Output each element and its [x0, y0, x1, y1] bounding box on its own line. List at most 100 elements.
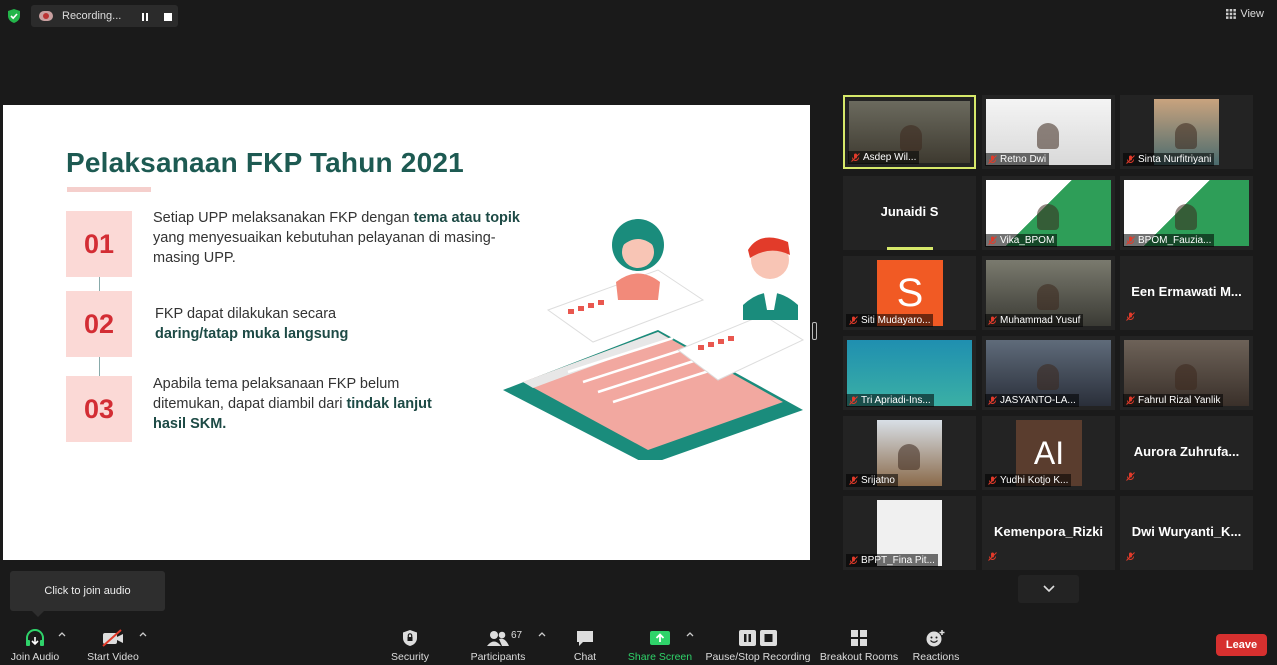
chat-button[interactable]: Chat	[570, 620, 600, 665]
pause-stop-recording-button[interactable]: Pause/Stop Recording	[705, 620, 811, 665]
recording-indicator: Recording...	[31, 5, 178, 27]
participant-name-large: Junaidi S	[880, 204, 939, 219]
participant-silhouette	[1037, 364, 1059, 390]
emoji-icon	[926, 630, 945, 647]
mic-off-icon	[988, 476, 997, 485]
feedback-illustration	[503, 219, 805, 460]
join-audio-button[interactable]: Join Audio	[10, 620, 60, 665]
participant-tile[interactable]: Fahrul Rizal Yanlik	[1120, 336, 1253, 410]
security-label: Security	[391, 651, 429, 663]
item-number-box: 02	[66, 291, 132, 357]
participant-tile[interactable]: Tri Apriadi-Ins...	[843, 336, 976, 410]
participants-label: Participants	[470, 651, 526, 663]
chat-label: Chat	[573, 651, 597, 663]
item-connector	[99, 277, 100, 291]
speaking-indicator	[887, 247, 933, 250]
participant-name-text: Yudhi Kotjo K...	[1000, 475, 1069, 486]
item-text-bold: daring/tatap muka langsung	[155, 326, 349, 342]
mic-off-icon	[988, 316, 997, 325]
participant-tile[interactable]: Dwi Wuryanti_K...	[1120, 496, 1253, 570]
participant-name: Sinta Nurfitriyani	[1123, 153, 1215, 166]
participant-name-text: Siti Mudayaro...	[861, 315, 931, 326]
participant-name: Vika_BPOM	[985, 234, 1058, 247]
item-text: Setiap UPP melaksanakan FKP dengan tema …	[153, 208, 538, 268]
participants-button[interactable]: Participants	[468, 620, 528, 665]
participant-tile[interactable]: Muhammad Yusuf	[982, 256, 1115, 330]
leave-button[interactable]: Leave	[1216, 634, 1267, 656]
participant-name: Yudhi Kotjo K...	[985, 474, 1072, 487]
item-text-part: Setiap UPP melaksanakan FKP dengan	[153, 210, 414, 226]
headphones-icon	[26, 629, 44, 646]
participant-name: Retno Dwi	[985, 153, 1050, 166]
zoom-meeting-window: Recording... View Pelaksanaan FKP Tahun …	[0, 0, 1277, 665]
stop-recording-icon[interactable]	[162, 12, 174, 22]
participant-tile[interactable]: Een Ermawati M...	[1120, 256, 1253, 330]
join-audio-tooltip: Click to join audio	[10, 571, 165, 617]
share-options-caret-icon[interactable]	[686, 631, 694, 637]
audio-options-caret-icon[interactable]	[58, 631, 66, 637]
recording-label: Recording...	[62, 10, 122, 22]
next-page-button[interactable]	[1018, 575, 1079, 603]
shield-icon[interactable]	[7, 9, 21, 23]
participant-tile[interactable]: Srijatno	[843, 416, 976, 490]
participant-name-text: JASYANTO-LA...	[1000, 395, 1076, 406]
participant-tile[interactable]: Aurora Zuhrufa...	[1120, 416, 1253, 490]
participant-tile[interactable]: Asdep Wil...	[843, 95, 976, 169]
mic-off-icon	[988, 155, 997, 164]
participant-tile[interactable]: Retno Dwi	[982, 95, 1115, 169]
participant-tile[interactable]: S Siti Mudayaro...	[843, 256, 976, 330]
start-video-button[interactable]: Start Video	[84, 620, 142, 665]
mic-off-icon	[988, 552, 997, 561]
reactions-label: Reactions	[912, 651, 960, 663]
participant-name: JASYANTO-LA...	[985, 394, 1079, 407]
mic-off-icon	[851, 153, 860, 162]
participant-tile[interactable]: BPPT_Fina Pit...	[843, 496, 976, 570]
participants-options-caret-icon[interactable]	[538, 631, 546, 637]
pause-recording-icon[interactable]	[139, 12, 151, 22]
recording-cloud-icon	[39, 11, 53, 21]
participant-name-large: Dwi Wuryanti_K...	[1131, 524, 1242, 539]
participant-name-text: Srijatno	[861, 475, 895, 486]
participant-tile[interactable]: Vika_BPOM	[982, 176, 1115, 250]
participant-tile[interactable]: Junaidi S	[843, 176, 976, 250]
item-number-box: 01	[66, 211, 132, 277]
view-label: View	[1240, 8, 1264, 20]
participant-tile[interactable]: Kemenpora_Rizki	[982, 496, 1115, 570]
participant-silhouette	[900, 125, 922, 151]
participant-name: BPPT_Fina Pit...	[846, 554, 938, 567]
mic-status	[1126, 308, 1135, 326]
participant-tile[interactable]: BPOM_Fauzia...	[1120, 176, 1253, 250]
view-button[interactable]: View	[1226, 8, 1264, 20]
participant-name-text: BPPT_Fina Pit...	[861, 555, 935, 566]
participant-name-text: Retno Dwi	[1000, 154, 1047, 165]
pause-stop-icon	[739, 630, 777, 646]
breakout-rooms-button[interactable]: Breakout Rooms	[820, 620, 898, 665]
breakout-rooms-icon	[851, 630, 867, 646]
reactions-button[interactable]: Reactions	[912, 620, 960, 665]
shared-screen-slide: Pelaksanaan FKP Tahun 2021 01 02 03 Seti…	[3, 105, 810, 560]
mic-off-icon	[849, 556, 858, 565]
mic-status	[988, 548, 997, 566]
participant-name: Fahrul Rizal Yanlik	[1123, 394, 1224, 407]
participant-silhouette	[898, 444, 920, 470]
chevron-down-icon	[1042, 585, 1055, 593]
grid-view-icon	[1226, 9, 1237, 19]
participant-name: Siti Mudayaro...	[846, 314, 934, 327]
participants-icon	[487, 631, 509, 646]
mic-off-icon	[1126, 396, 1135, 405]
participant-name-large: Een Ermawati M...	[1131, 284, 1242, 299]
mic-off-icon	[1126, 236, 1135, 245]
security-button[interactable]: Security	[388, 620, 432, 665]
join-audio-label: Join Audio	[10, 651, 60, 663]
video-off-icon	[102, 629, 123, 647]
participant-silhouette	[1175, 364, 1197, 390]
chat-icon	[577, 631, 593, 646]
share-screen-icon	[650, 631, 670, 645]
video-options-caret-icon[interactable]	[139, 631, 147, 637]
share-screen-button[interactable]: Share Screen	[627, 620, 693, 665]
participant-tile[interactable]: JASYANTO-LA...	[982, 336, 1115, 410]
participant-tile[interactable]: Sinta Nurfitriyani	[1120, 95, 1253, 169]
participant-tile[interactable]: AI Yudhi Kotjo K...	[982, 416, 1115, 490]
slide-resize-handle[interactable]	[812, 322, 817, 340]
share-screen-label: Share Screen	[627, 651, 693, 663]
